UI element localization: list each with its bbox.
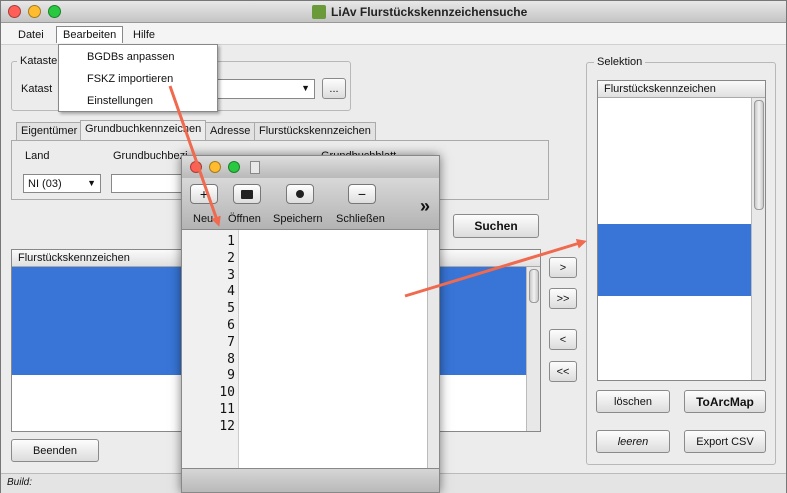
arrow-import-to-editor: [168, 85, 221, 227]
annotation-arrows: [168, 85, 587, 298]
arrow-editor-to-selection: [404, 238, 587, 298]
